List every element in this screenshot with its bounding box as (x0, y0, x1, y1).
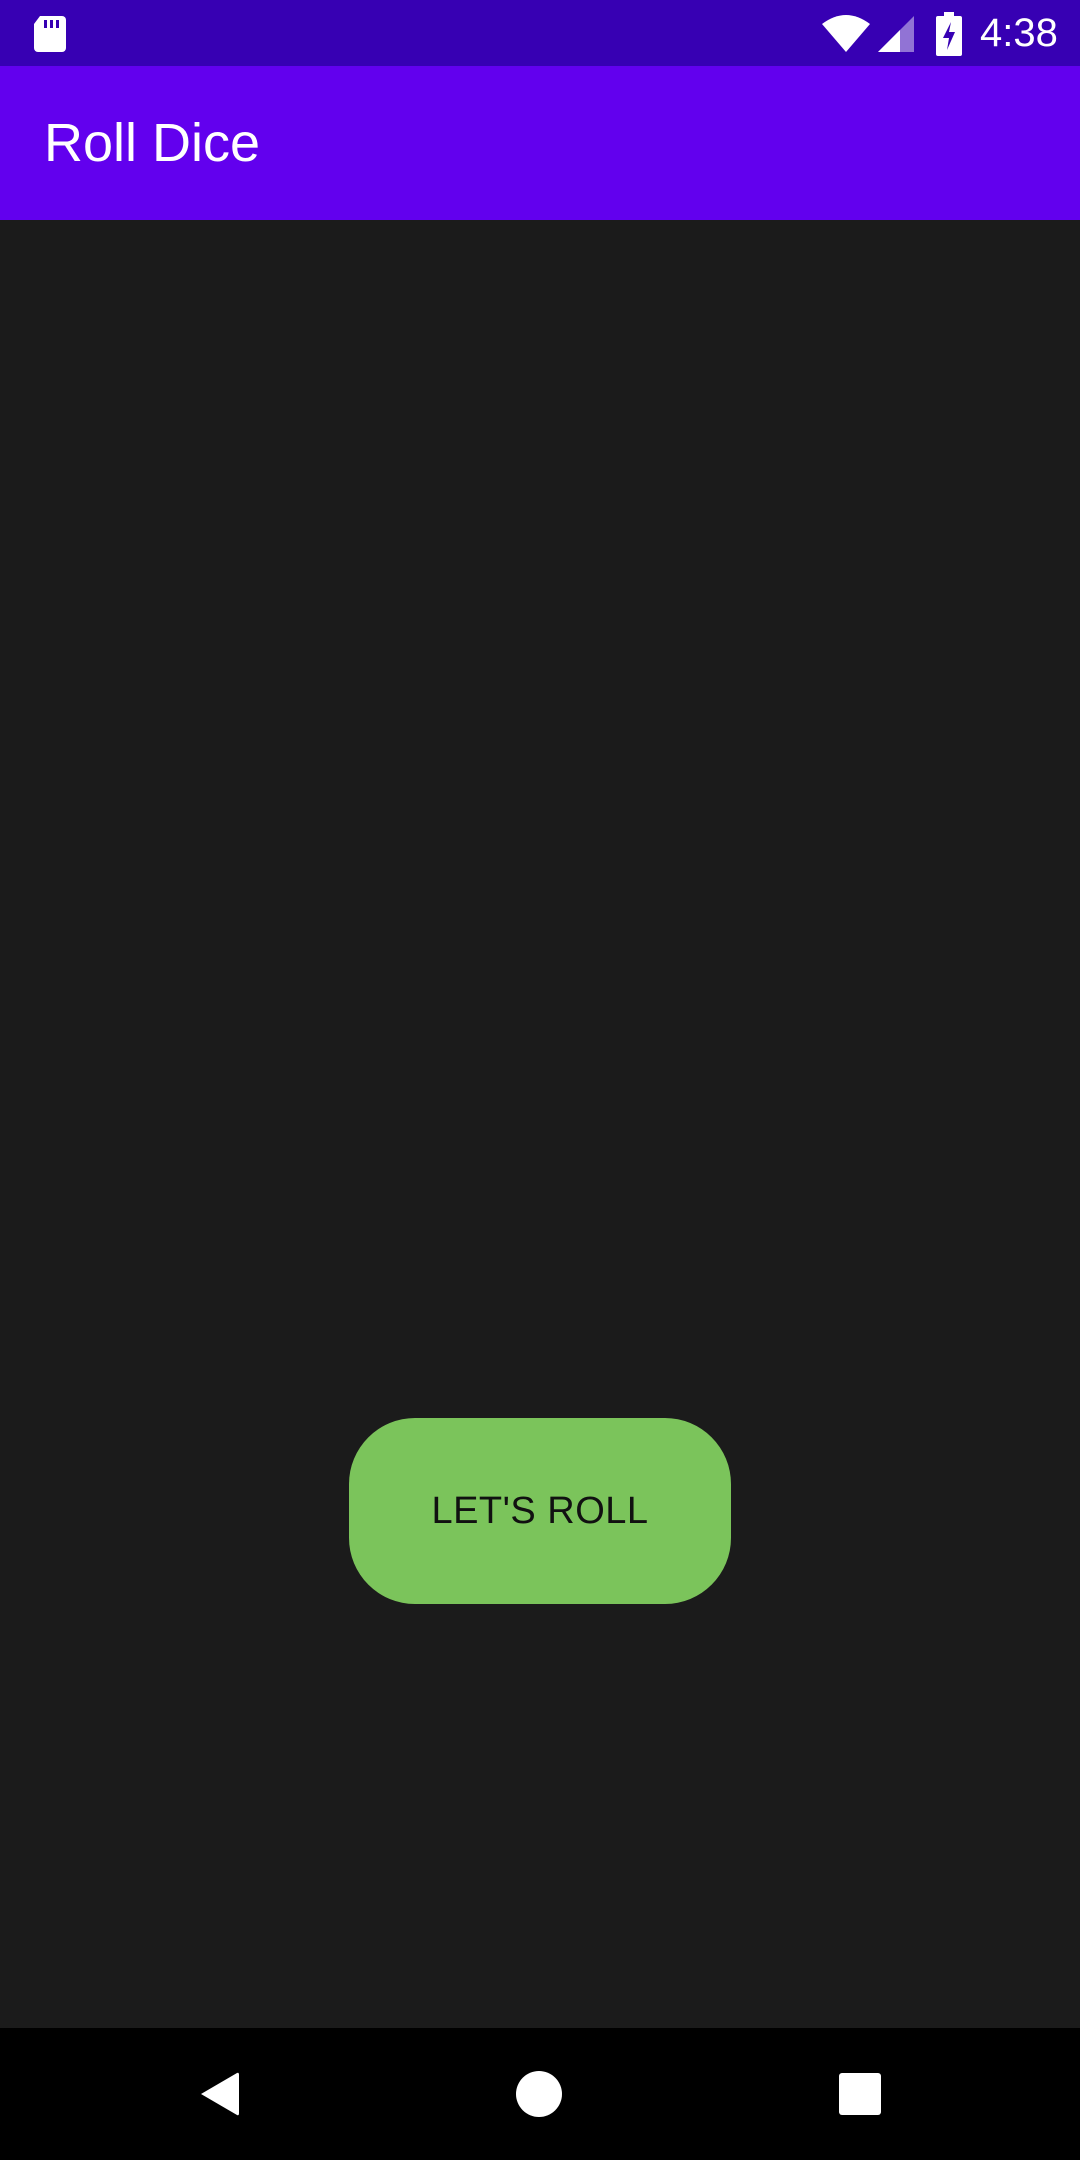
recents-button[interactable] (810, 2044, 910, 2144)
back-icon (201, 2072, 239, 2116)
recents-icon (839, 2073, 881, 2115)
home-button[interactable] (489, 2044, 589, 2144)
status-clock: 4:38 (980, 11, 1058, 55)
lets-roll-button[interactable]: LET'S ROLL (349, 1418, 731, 1604)
app-screen: 4:38 Roll Dice LET'S ROLL (0, 0, 1080, 2160)
cellular-signal-icon (878, 16, 914, 52)
main-content: LET'S ROLL (0, 220, 1080, 2028)
home-icon (516, 2071, 562, 2117)
app-bar: Roll Dice (0, 66, 1080, 220)
battery-charging-icon (936, 12, 962, 56)
status-bar: 4:38 (0, 0, 1080, 66)
navigation-bar (0, 2028, 1080, 2160)
app-title: Roll Dice (44, 113, 261, 173)
back-button[interactable] (170, 2044, 270, 2144)
sd-card-icon (34, 16, 66, 52)
wifi-icon (822, 15, 870, 52)
